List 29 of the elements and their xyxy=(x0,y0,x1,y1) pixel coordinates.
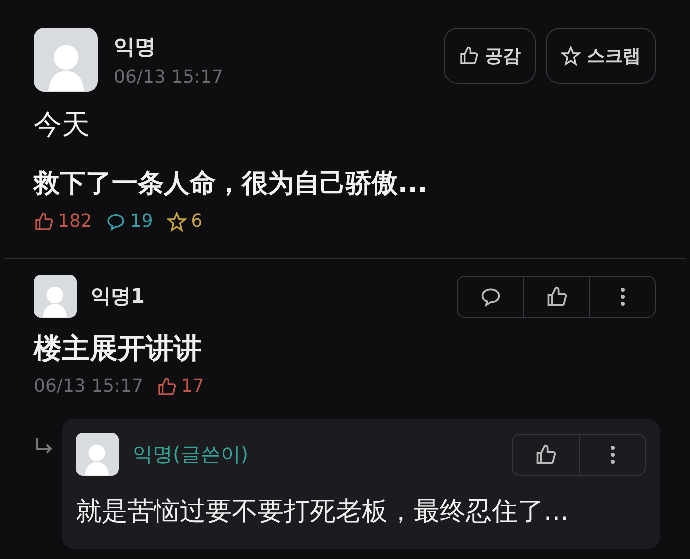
like-count: 182 xyxy=(58,211,92,232)
like-button[interactable]: 공감 xyxy=(444,28,536,84)
post-body: 救下了一条人命，很为自己骄傲... xyxy=(34,168,429,201)
reply-text: 就是苦恼过要不要打死老板，最终忍住了... xyxy=(76,496,570,529)
like-count: 17 xyxy=(181,376,204,397)
more-icon xyxy=(610,444,616,464)
comment-count: 19 xyxy=(130,211,154,232)
thumbs-up-icon xyxy=(535,444,557,466)
star-icon xyxy=(167,212,188,232)
avatar xyxy=(34,275,77,318)
author-name: 익명 xyxy=(114,34,156,58)
commenter-name: 익명(글쓴이) xyxy=(133,441,249,468)
comment-text: 楼主展开讲讲 xyxy=(34,331,203,367)
comment-time: 06/13 15:17 xyxy=(34,376,144,397)
scrap-button[interactable]: 스크랩 xyxy=(546,28,656,84)
star-count: 6 xyxy=(191,211,203,232)
post-time: 06/13 15:17 xyxy=(114,66,224,88)
commenter-name: 익명1 xyxy=(91,283,145,310)
reply-arrow-icon xyxy=(34,437,54,455)
post-title: 今天 xyxy=(34,107,91,143)
thumbs-up-icon xyxy=(546,286,568,308)
more-icon xyxy=(620,286,626,306)
thumbs-up-icon xyxy=(34,212,54,232)
star-icon xyxy=(561,46,581,66)
thumbs-up-icon xyxy=(459,46,479,66)
thumbs-up-icon xyxy=(157,376,178,396)
avatar xyxy=(76,433,119,476)
speech-bubble-icon xyxy=(106,212,126,232)
avatar xyxy=(34,28,98,92)
